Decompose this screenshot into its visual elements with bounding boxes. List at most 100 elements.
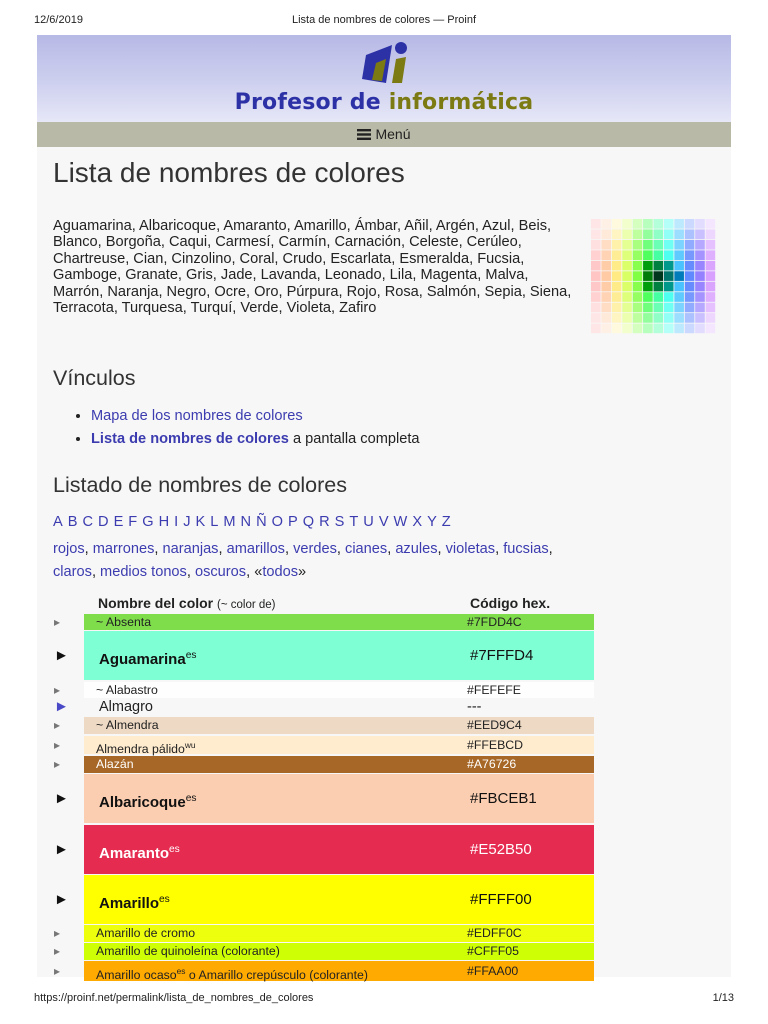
table-row[interactable]: ▸ ~ Almendra #EED9C4 [54, 717, 594, 734]
table-row[interactable]: ▸ Amarillo de quinoleína (colorante) #CFFF… [54, 943, 594, 960]
category-link-claros[interactable]: claros [53, 564, 92, 580]
alphabet-link-C[interactable]: C [82, 514, 93, 530]
alphabet-link-F[interactable]: F [128, 514, 137, 530]
color-hex: --- [467, 699, 482, 715]
category-link-amarillos[interactable]: amarillos [227, 541, 285, 557]
table-row[interactable]: ► Aguamarinaes #7FFFD4 [54, 631, 594, 680]
expand-arrow-icon[interactable]: ▸ [54, 682, 60, 698]
category-link-cianes[interactable]: cianes [345, 541, 387, 557]
category-link-medios-tonos[interactable]: medios tonos [100, 564, 187, 580]
alphabet-link-T[interactable]: T [349, 514, 358, 530]
expand-arrow-icon[interactable]: ▸ [54, 925, 60, 942]
alphabet-link-Ñ[interactable]: Ñ [256, 514, 267, 530]
alphabet-link-H[interactable]: H [159, 514, 170, 530]
alphabet-link-Y[interactable]: Y [427, 514, 437, 530]
palette-swatch [695, 281, 705, 292]
category-link-fucsias[interactable]: fucsias [503, 541, 548, 557]
alphabet-link-L[interactable]: L [210, 514, 218, 530]
color-name-text: Amaranto [99, 845, 170, 862]
table-row[interactable]: ▸ Amarillo ocasoes o Amarillo crepúsculo … [54, 961, 594, 982]
expand-arrow-icon[interactable]: ▸ [54, 614, 60, 630]
category-link-marrones[interactable]: marrones [93, 541, 155, 557]
expand-arrow-icon[interactable]: ► [54, 774, 69, 823]
table-row[interactable]: ► Albaricoquees #FBCEB1 [54, 774, 594, 823]
alphabet-link-U[interactable]: U [363, 514, 374, 530]
palette-swatch [591, 302, 601, 313]
alphabet-link-S[interactable]: S [335, 514, 345, 530]
palette-swatch [684, 239, 695, 250]
table-row[interactable]: ► Amarantoes #E52B50 [54, 825, 594, 874]
alphabet-link-B[interactable]: B [68, 514, 78, 530]
table-row[interactable]: ▸ Almendra pálidowu #FFEBCD [54, 736, 594, 756]
table-row[interactable]: ▸ Alazán #A76726 [54, 756, 594, 773]
alphabet-link-N[interactable]: N [241, 514, 252, 530]
alphabet-link-R[interactable]: R [319, 514, 330, 530]
menu-label[interactable]: Menú [375, 126, 410, 142]
alphabet-link-J[interactable]: J [183, 514, 190, 530]
table-row[interactable]: ▸ Amarillo de cromo #EDFF0C [54, 925, 594, 942]
palette-swatch [705, 229, 716, 240]
alphabet-link-Z[interactable]: Z [442, 514, 451, 530]
link-color-map[interactable]: Mapa de los nombres de colores [91, 408, 303, 424]
palette-swatch [653, 302, 664, 313]
expand-arrow-icon[interactable]: ▸ [54, 943, 60, 960]
expand-arrow-icon[interactable]: ► [54, 825, 69, 874]
alphabet-link-W[interactable]: W [394, 514, 408, 530]
site-title-part2[interactable]: informática [389, 90, 534, 115]
palette-swatch [632, 302, 643, 313]
alphabet-link-G[interactable]: G [142, 514, 153, 530]
expand-arrow-icon[interactable]: ▸ [54, 717, 60, 734]
alphabet-link-O[interactable]: O [272, 514, 283, 530]
color-name-source: es [185, 793, 197, 804]
category-links: rojos, marrones, naranjas, amarillos, ve… [53, 541, 553, 580]
table-row[interactable]: ► Almagro --- [54, 698, 594, 716]
alphabet-link-V[interactable]: V [379, 514, 389, 530]
alphabet-link-P[interactable]: P [288, 514, 298, 530]
alphabet-link-K[interactable]: K [195, 514, 205, 530]
alphabet-link-E[interactable]: E [114, 514, 124, 530]
category-link-naranjas[interactable]: naranjas [163, 541, 219, 557]
alphabet-link-Q[interactable]: Q [303, 514, 314, 530]
alphabet-link-M[interactable]: M [223, 514, 235, 530]
category-link-azules[interactable]: azules [395, 541, 437, 557]
links-heading: Vínculos [53, 366, 136, 390]
expand-arrow-icon[interactable]: ► [54, 875, 69, 924]
link-color-list[interactable]: Lista de nombres de colores [91, 431, 289, 447]
category-link-violetas[interactable]: violetas [446, 541, 495, 557]
table-row[interactable]: ▸ ~ Alabastro #FEFEFE [54, 682, 594, 698]
color-name-text: ~ Absenta [96, 615, 152, 629]
palette-swatch [695, 260, 705, 271]
color-name-text: Alazán [96, 757, 134, 771]
table-row[interactable]: ► Amarilloes #FFFF00 [54, 875, 594, 924]
alphabet-link-A[interactable]: A [53, 514, 63, 530]
palette-swatch [674, 323, 684, 334]
palette-swatch [705, 260, 716, 271]
expand-arrow-icon[interactable]: ► [54, 698, 69, 716]
palette-swatch [643, 271, 653, 281]
palette-swatch [663, 281, 674, 292]
category-link-oscuros[interactable]: oscuros [195, 564, 246, 580]
site-title[interactable]: Profesor de informática [37, 90, 731, 115]
palette-swatch [643, 260, 653, 271]
expand-arrow-icon[interactable]: ► [54, 631, 69, 680]
site-logo-icon[interactable] [362, 39, 412, 89]
palette-swatch [674, 229, 684, 240]
site-title-part1[interactable]: Profesor de [235, 90, 389, 115]
palette-swatch [611, 229, 622, 240]
menu-button[interactable]: Menú [37, 122, 731, 147]
table-row[interactable]: ▸ ~ Absenta #7FDD4C [54, 614, 594, 630]
expand-arrow-icon[interactable]: ▸ [54, 736, 60, 754]
category-link-rojos[interactable]: rojos [53, 541, 85, 557]
palette-swatch [622, 302, 632, 313]
alphabet-link-D[interactable]: D [98, 514, 109, 530]
expand-arrow-icon[interactable]: ▸ [54, 756, 60, 773]
palette-swatch [663, 219, 674, 229]
alphabet-link-X[interactable]: X [412, 514, 422, 530]
alphabet-link-I[interactable]: I [174, 514, 178, 530]
palette-swatch [632, 260, 643, 271]
palette-swatch [684, 292, 695, 302]
category-link-verdes[interactable]: verdes [293, 541, 337, 557]
category-link-todos[interactable]: todos [262, 564, 298, 580]
expand-arrow-icon[interactable]: ▸ [54, 961, 60, 981]
palette-swatch [663, 302, 674, 313]
